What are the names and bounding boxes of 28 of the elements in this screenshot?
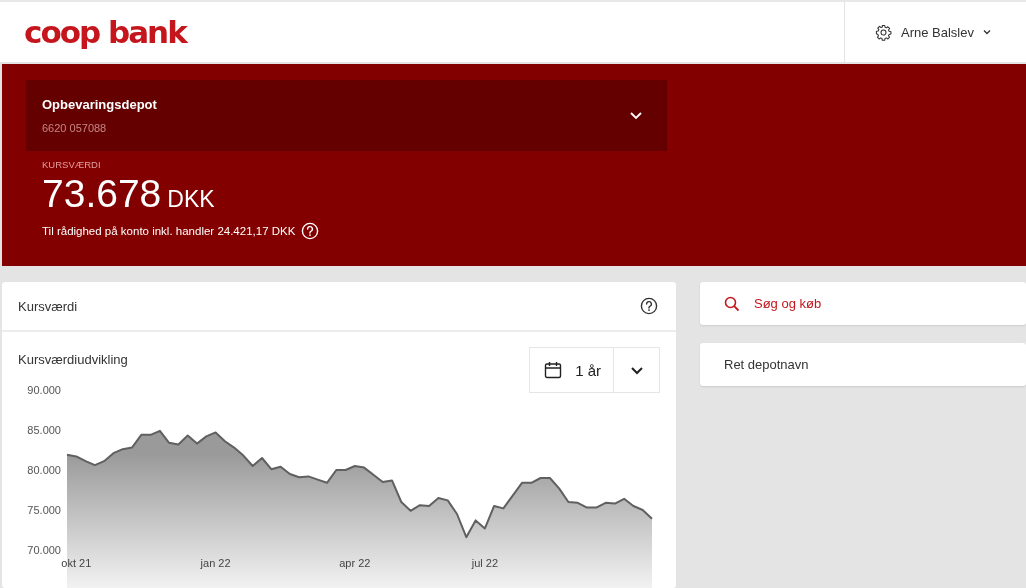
- axis-label: jul 22: [471, 557, 498, 569]
- calendar-icon: [544, 361, 563, 379]
- axis-label: 85.000: [27, 424, 61, 436]
- axis-label: 75.000: [27, 504, 61, 516]
- rename-button[interactable]: Ret depotnavn: [700, 343, 1026, 386]
- card-title: Kursværdi: [18, 298, 79, 314]
- axis-label: 80.000: [27, 464, 61, 476]
- user-menu[interactable]: Arne Balslev: [901, 24, 974, 40]
- axis-label: okt 21: [61, 557, 92, 569]
- axis-label: jan 22: [200, 557, 231, 569]
- logo: coop bank: [23, 13, 186, 50]
- caret-icon: [983, 29, 991, 35]
- axis-label: 90.000: [27, 384, 61, 396]
- chart-title: Kursværdiudvikling: [18, 352, 129, 367]
- account-name: Opbevaringsdepot: [42, 97, 158, 112]
- search-icon: [724, 295, 740, 312]
- help-icon[interactable]: [640, 297, 658, 315]
- value-amount: 73.678: [42, 172, 162, 216]
- value-label: KURSVÆRDI: [42, 159, 102, 170]
- account-selector[interactable]: Opbevaringsdepot 6620 057088: [26, 80, 667, 151]
- settings-icon[interactable]: [875, 23, 892, 41]
- account-number: 6620 057088: [42, 122, 108, 134]
- axis-label: 70.000: [27, 544, 61, 556]
- currency: DKK: [167, 186, 215, 213]
- chevron-icon: [629, 365, 644, 375]
- available-text: Til rådighed på konto inkl. handler 24.421,17 DKK: [42, 225, 296, 237]
- axis-label: apr 22: [339, 557, 371, 569]
- search-buy-button[interactable]: Søg og køb: [700, 282, 1026, 325]
